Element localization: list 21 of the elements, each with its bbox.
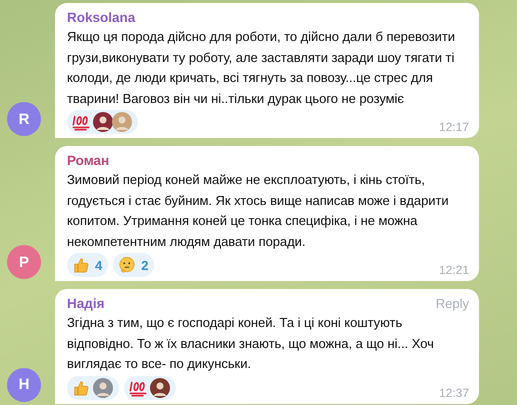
- author-name[interactable]: Надія: [67, 296, 104, 310]
- thumbs-up-icon: [72, 256, 90, 274]
- message-time: 12:17: [438, 120, 469, 134]
- message-text: Якщо ця порода дійсно для роботи, то дійсно дали б перевозити грузи,виконувати ту роботу, але заставляти заради шоу тягати ті колоди, де люди кричать, всі тягнуть за повозу...це стрес для тварини! Ваговоз він чи ні..тільки дурак цього не розуміє: [67, 28, 456, 108]
- message-text: Зимовий період коней майже не експлоатують, і кінь стоїть, годується і стає буйним. Як хтось вище написав може і вдарити копитом. Утримання коней це тонка специфіка, і не можна некомпетентним людям давати поради.: [67, 171, 450, 251]
- reaction-chip[interactable]: 4: [67, 253, 108, 277]
- reply-button[interactable]: Reply: [436, 296, 469, 310]
- reaction-chip[interactable]: 2: [113, 253, 154, 277]
- thinking-face-icon: [118, 256, 136, 274]
- message-text: Згідна з тим, що є господарі коней. Та і ці коні коштують відповідно. То ж їх власники знають, що можна, а що ні... Хоч виглядає то все- по дикунськи.: [67, 314, 435, 373]
- user-avatar[interactable]: R: [7, 102, 41, 136]
- author-name[interactable]: Roksolana: [67, 10, 136, 24]
- user-avatar[interactable]: Р: [7, 245, 41, 279]
- reaction-chip[interactable]: [67, 110, 138, 134]
- message-time: 12:21: [438, 263, 469, 277]
- hundred-points-icon: [72, 113, 90, 131]
- author-name[interactable]: Роман: [67, 152, 110, 168]
- user-avatar[interactable]: Н: [7, 368, 41, 402]
- message-time: 12:37: [438, 386, 469, 400]
- thumbs-up-icon: [72, 378, 90, 396]
- reaction-chip[interactable]: [124, 376, 176, 400]
